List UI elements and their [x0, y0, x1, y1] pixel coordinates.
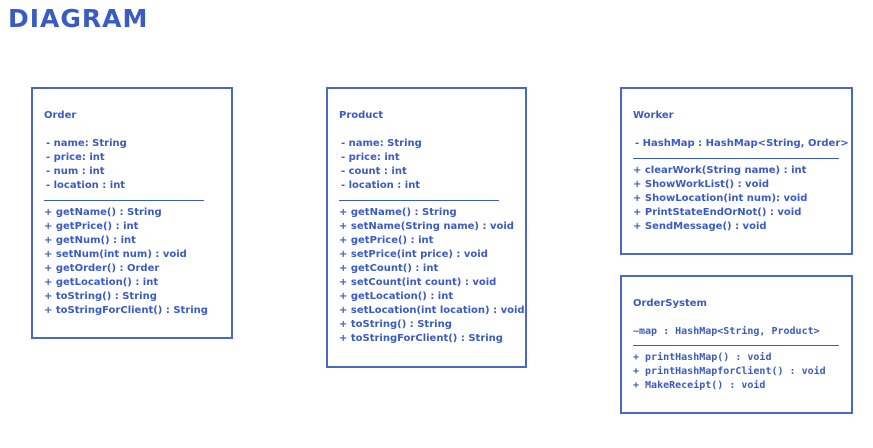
- method: + ShowWorkList() : void: [633, 179, 770, 190]
- method: + setCount(int count) : void: [339, 277, 497, 288]
- method: + SendMessage() : void: [633, 221, 767, 232]
- method: + setNum(int num) : void: [44, 249, 187, 260]
- class-box-worker: Worker - HashMap : HashMap<String, Order…: [620, 87, 853, 255]
- method: + setLocation(int location) : void: [339, 305, 525, 316]
- method: + toString() : String: [339, 319, 452, 330]
- method: + getName() : String: [44, 207, 162, 218]
- worker-methods: + clearWork(String name) : int + ShowWor…: [633, 164, 841, 234]
- attribute: - HashMap : HashMap<String, Order>: [635, 138, 849, 149]
- method: + getLocation() : int: [44, 277, 159, 288]
- class-box-product: Product - name: String - price: int - co…: [326, 87, 527, 368]
- method: + getCount() : int: [339, 263, 439, 274]
- method: + ShowLocation(int num): void: [633, 193, 808, 204]
- ordersystem-methods: + printHashMap() : void + printHashMapfo…: [633, 351, 841, 393]
- attribute: - name: String: [341, 138, 422, 149]
- class-name-order: Order: [44, 110, 77, 121]
- method: + PrintStateEndOrNot() : void: [633, 207, 802, 218]
- method: + getOrder() : Order: [44, 263, 160, 274]
- method: + getLocation() : int: [339, 291, 454, 302]
- attribute: ~map : HashMap<String, Product>: [633, 326, 820, 337]
- attribute: - price: int: [46, 152, 105, 163]
- attribute: - location : int: [46, 180, 126, 191]
- page-title: DIAGRAM: [8, 4, 149, 33]
- method: + printHashMap() : void: [633, 352, 772, 363]
- attribute: - location : int: [341, 180, 421, 191]
- class-name-worker: Worker: [633, 110, 674, 121]
- attribute: - name: String: [46, 138, 127, 149]
- product-methods: + getName() : String + setName(String na…: [339, 206, 525, 346]
- divider: [633, 158, 839, 159]
- attribute: - price: int: [341, 152, 400, 163]
- class-name-ordersystem: OrderSystem: [633, 298, 707, 309]
- divider: [44, 200, 204, 201]
- class-box-ordersystem: OrderSystem ~map : HashMap<String, Produ…: [620, 275, 853, 414]
- class-name-product: Product: [339, 110, 384, 121]
- method: + getPrice() : int: [44, 221, 139, 232]
- divider: [633, 345, 839, 346]
- divider: [339, 200, 499, 201]
- method: + toString() : String: [44, 291, 157, 302]
- method: + clearWork(String name) : int: [633, 165, 807, 176]
- method: + getNum() : int: [44, 235, 136, 246]
- class-box-order: Order - name: String - price: int - num …: [31, 87, 233, 339]
- worker-attributes: - HashMap : HashMap<String, Order>: [633, 137, 849, 151]
- method: + toStringForClient() : String: [339, 333, 503, 344]
- method: + setPrice(int price) : void: [339, 249, 488, 260]
- order-methods: + getName() : String + getPrice() : int …: [44, 206, 221, 318]
- attribute: - num : int: [46, 166, 105, 177]
- method: + toStringForClient() : String: [44, 305, 208, 316]
- attribute: - count : int: [341, 166, 407, 177]
- product-attributes: - name: String - price: int - count : in…: [339, 137, 515, 193]
- method: + printHashMapforClient() : void: [633, 366, 826, 377]
- method: + setName(String name) : void: [339, 221, 514, 232]
- method: + getName() : String: [339, 207, 457, 218]
- method: + getPrice() : int: [339, 235, 434, 246]
- method: + MakeReceipt() : void: [633, 380, 766, 391]
- ordersystem-attributes: ~map : HashMap<String, Product>: [633, 325, 841, 339]
- order-attributes: - name: String - price: int - num : int …: [44, 137, 221, 193]
